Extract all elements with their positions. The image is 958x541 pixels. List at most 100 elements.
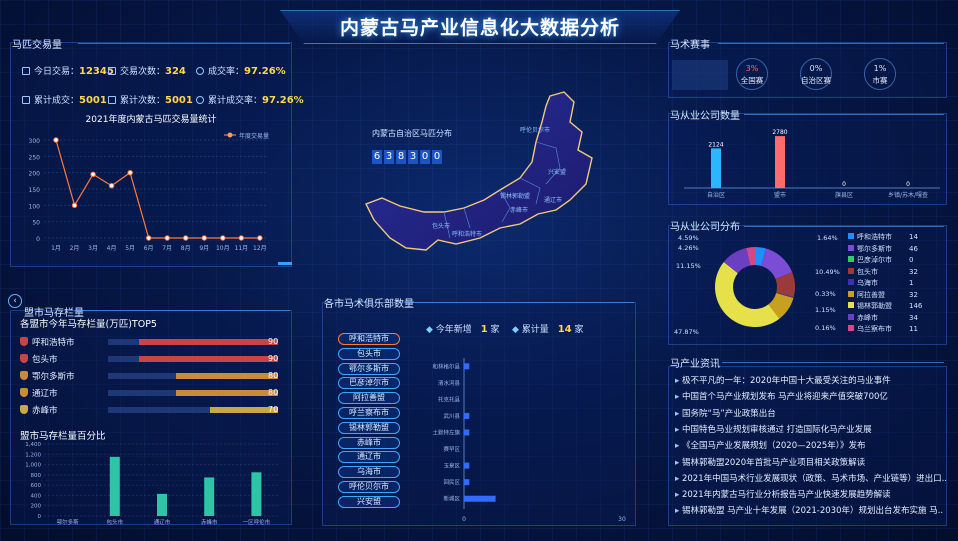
y-tick-label: 250 [29, 154, 41, 161]
document-icon [108, 96, 116, 104]
document-icon [22, 67, 30, 75]
legend-item: 乌海市 1 [848, 278, 913, 288]
data-point [90, 171, 96, 177]
x-tick-label: 6月 [144, 245, 154, 252]
event-label: 全国赛 [740, 76, 764, 85]
rank-value: 70 [268, 405, 279, 414]
svg-text:呼伦贝尔市: 呼伦贝尔市 [520, 126, 550, 134]
city-button[interactable]: 鄂尔多斯市 [338, 362, 400, 375]
trade-panel-title: 马匹交易量 [12, 40, 62, 51]
news-item: 中国首个马产业规划发布 马产业将迎来产值突破700亿 [675, 390, 947, 402]
bar [109, 456, 120, 516]
pie-percent-label: 4.59% [678, 234, 699, 242]
legend-value: 32 [909, 290, 918, 299]
city-button[interactable]: 通辽市 [338, 451, 400, 464]
event-value: 1% [873, 64, 887, 73]
legend-swatch [848, 233, 854, 239]
legend-value: 46 [909, 244, 918, 253]
city-button[interactable]: 赤峰市 [338, 436, 400, 449]
legend-swatch [848, 313, 854, 320]
event-value: 0% [809, 64, 823, 73]
stat-success-rate: 成交率：97.26% [196, 64, 286, 77]
rank-bar [138, 356, 278, 362]
stat-trade-count: 交易次数：324 [108, 64, 186, 77]
y-tick-label: 150 [29, 187, 41, 194]
event-label: 市赛 [872, 76, 888, 85]
city-button[interactable]: 包头市 [338, 347, 400, 360]
bar [464, 479, 470, 486]
city-button[interactable]: 呼和浩特市 [338, 333, 400, 345]
city-button[interactable]: 兴安盟 [338, 495, 400, 508]
rank-value: 90 [268, 354, 279, 363]
legend-value: 11 [909, 325, 918, 333]
data-point [145, 235, 152, 241]
city-button[interactable]: 巴彦淖尔市 [338, 377, 400, 390]
company-dist-title-line [744, 226, 944, 227]
rank-medal-icon [20, 405, 28, 414]
legend-swatch [848, 244, 854, 251]
pie-percent-label: 4.26% [678, 244, 699, 252]
bar [204, 477, 215, 516]
y-tick-label: 土默特左旗 [432, 429, 460, 437]
company-count-title: 马从业公司数量 [670, 111, 740, 122]
city-button[interactable]: 阿拉善盟 [338, 392, 400, 405]
y-tick-label: 400 [31, 493, 42, 499]
trade-line-chart: 2021年度内蒙古马匹交易量统计年度交易量 0 50 100 150 200 250 300 1… [29, 113, 269, 252]
data-point [257, 235, 263, 241]
rank-medal-icon [20, 337, 28, 346]
x-tick-label: 旗县区 [835, 191, 853, 199]
y-tick-label: 1,200 [25, 452, 41, 458]
pie-percent-label: 10.49% [815, 268, 840, 276]
city-button[interactable]: 呼伦贝尔市 [338, 481, 400, 493]
page-title: 内蒙古马产业信息化大数据分析 [339, 17, 620, 39]
svg-text:兴安盟: 兴安盟 [548, 168, 566, 176]
bar [711, 148, 721, 188]
pie-percent-label: 0.16% [815, 324, 836, 332]
bar-value: 2124 [708, 141, 723, 148]
y-tick-label: 新城区 [443, 495, 460, 503]
event-label: 自治区赛 [801, 76, 831, 85]
legend-name: 呼和浩特市 [857, 233, 892, 241]
stock-subtitle: 各盟市今年马存栏量(万匹)TOP5 [20, 319, 157, 330]
news-item: 锡林郭勒盟 马产业十年发展（2021-2030年）规划出台发布实施 马.. [675, 504, 947, 516]
svg-text:赤峰市: 赤峰市 [510, 206, 528, 214]
company-count-chart: 2124 自治区 2780 盟市 0 旗县区 0 乡镇/苏木/嘎查 [684, 129, 940, 199]
y-tick-label: 200 [29, 171, 41, 178]
legend-value: 14 [909, 233, 918, 241]
club-total: ◆ 累计量 14 家 [512, 324, 584, 335]
y-tick-label: 托克托县 [438, 395, 461, 403]
company-dist-pie [715, 247, 795, 327]
data-point [127, 169, 133, 176]
bar-value: 0 [842, 181, 846, 188]
legend-name: 乌海市 [857, 279, 878, 287]
club-title-line [406, 302, 634, 303]
y-tick-label: 1,000 [25, 463, 41, 469]
x-tick-label: 鄂尔多斯 [57, 518, 80, 526]
city-button[interactable]: 锡林郭勒盟 [338, 421, 400, 434]
stat-total-trade: 累计成交：5001 [22, 93, 107, 106]
legend-value: 32 [909, 267, 918, 276]
news-item: 2021年中国马术行业发展现状（政策、马术市场、产业链等）进出口.. [675, 472, 947, 484]
rank-value: 90 [268, 337, 279, 346]
data-point [238, 235, 245, 241]
x-tick-label: 乡镇/苏木/嘎查 [888, 191, 928, 199]
document-icon [108, 67, 116, 75]
bar [464, 412, 470, 419]
bar [464, 495, 496, 502]
y-tick-label: 0 [38, 514, 42, 520]
back-arrow-icon[interactable]: ‹ [8, 294, 22, 308]
news-item: 中国特色马业规划审核通过 打造国际化马产业发展 [675, 423, 947, 435]
stat-total-count: 累计次数：5001 [108, 93, 193, 106]
legend-value: 34 [909, 313, 918, 322]
y-tick-label: 800 [31, 473, 42, 479]
company-dist-title: 马从业公司分布 [670, 222, 740, 233]
bar [157, 493, 167, 516]
legend-item: 包头市 32 [848, 267, 918, 277]
legend-name: 赤峰市 [857, 313, 878, 322]
y-tick-label: 和林格尔县 [432, 362, 460, 370]
x-tick-label: 0 [462, 516, 466, 523]
legend-item: 乌兰察布市 11 [848, 324, 918, 334]
city-button[interactable]: 乌海市 [338, 466, 400, 479]
x-tick-label: 11月 [235, 245, 249, 252]
city-button[interactable]: 呼兰察布市 [338, 407, 400, 419]
